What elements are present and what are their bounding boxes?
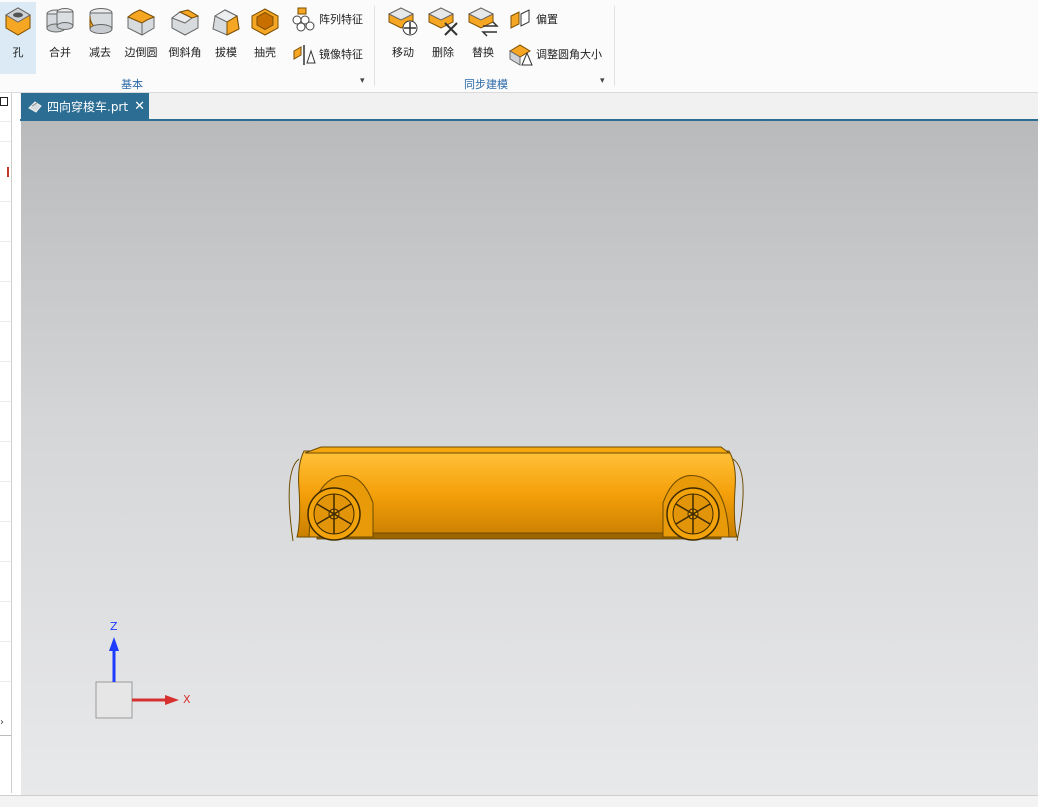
list-divider xyxy=(0,241,11,242)
edge-blend-icon xyxy=(127,9,156,36)
maximize-icon[interactable] xyxy=(0,97,8,106)
list-divider xyxy=(0,281,11,282)
subtract-icon xyxy=(89,8,113,34)
status-bar xyxy=(0,795,1038,807)
view-triad[interactable] xyxy=(95,637,179,719)
sync-modeling-group-label: 同步建模 xyxy=(464,78,508,91)
edge-blend-button[interactable]: 边倒圆 xyxy=(122,2,160,74)
group-separator xyxy=(614,6,615,86)
document-tab-bar: 四向穿梭车.prt ✕ xyxy=(20,93,1038,121)
offset-face-button[interactable]: 偏置 xyxy=(508,6,558,32)
list-divider xyxy=(0,521,11,522)
close-icon[interactable]: ✕ xyxy=(134,99,145,114)
draft-icon xyxy=(212,9,240,36)
x-axis-label: X xyxy=(183,693,191,706)
offset-face-icon xyxy=(510,9,530,29)
list-divider xyxy=(0,361,11,362)
shell-button[interactable]: 抽壳 xyxy=(246,2,284,74)
list-divider xyxy=(0,601,11,602)
list-divider xyxy=(0,441,11,442)
list-divider xyxy=(0,561,11,562)
draft-button[interactable]: 拔模 xyxy=(208,2,244,74)
unite-button[interactable]: 合并 xyxy=(42,2,78,74)
part-file-icon xyxy=(28,101,42,113)
hole-icon xyxy=(5,7,31,36)
part-navigator-panel[interactable]: › xyxy=(0,93,12,793)
list-divider xyxy=(0,141,11,142)
group-separator xyxy=(374,6,375,86)
move-face-label: 移动 xyxy=(392,46,414,59)
delete-face-icon xyxy=(427,7,458,36)
horizontal-scrollbar[interactable] xyxy=(0,735,11,736)
pattern-feature-button[interactable]: 阵列特征 xyxy=(291,6,363,32)
model-canvas xyxy=(95,446,744,719)
triad-origin-cube xyxy=(95,681,133,719)
offset-face-label: 偏置 xyxy=(536,13,558,26)
mirror-feature-icon xyxy=(293,45,316,65)
list-divider xyxy=(0,481,11,482)
list-divider xyxy=(0,681,11,682)
delete-face-button[interactable]: 删除 xyxy=(424,2,462,74)
list-divider xyxy=(0,321,11,322)
right-wheel xyxy=(666,487,720,541)
list-divider xyxy=(0,641,11,642)
list-divider xyxy=(0,401,11,402)
resize-blend-button[interactable]: 调整圆角大小 xyxy=(508,41,602,67)
replace-face-button[interactable]: 替换 xyxy=(464,2,502,74)
draft-label: 拔模 xyxy=(215,46,237,59)
graphics-viewport[interactable]: Z X xyxy=(21,121,1038,795)
resize-blend-icon xyxy=(509,44,533,66)
scroll-right-icon[interactable]: › xyxy=(0,717,4,728)
basic-group-label: 基本 xyxy=(121,78,143,91)
mirror-feature-button[interactable]: 镜像特征 xyxy=(291,41,363,67)
unite-label: 合并 xyxy=(49,46,71,59)
replace-face-label: 替换 xyxy=(472,46,494,59)
resize-blend-label: 调整圆角大小 xyxy=(536,48,602,61)
z-axis-label: Z xyxy=(110,620,118,633)
x-axis-arrow xyxy=(165,695,179,705)
z-axis-arrow xyxy=(109,637,119,651)
pattern-feature-label: 阵列特征 xyxy=(319,13,363,26)
subtract-button[interactable]: 减去 xyxy=(82,2,118,74)
list-divider xyxy=(0,121,11,122)
shell-label: 抽壳 xyxy=(254,46,276,59)
hole-button[interactable]: 孔 xyxy=(0,2,36,74)
move-face-icon xyxy=(387,7,418,36)
sync-group-expand-icon[interactable]: ▾ xyxy=(600,76,605,86)
unite-icon xyxy=(46,8,74,33)
chamfer-label: 倒斜角 xyxy=(168,46,202,59)
left-wheel xyxy=(307,487,361,541)
pattern-feature-icon xyxy=(292,7,315,32)
subtract-label: 减去 xyxy=(89,46,111,59)
basic-group-expand-icon[interactable]: ▾ xyxy=(360,76,365,86)
chamfer-icon xyxy=(170,9,200,36)
edge-blend-label: 边倒圆 xyxy=(124,46,158,59)
mirror-feature-label: 镜像特征 xyxy=(319,48,363,61)
hole-label: 孔 xyxy=(12,46,24,59)
ribbon-toolbar: 孔 合并 减去 边倒圆 倒斜角 拔模 抽壳 阵列特征 镜像特征 基本 ▾ 移动 … xyxy=(0,0,1038,93)
row-marker xyxy=(7,167,9,177)
delete-face-label: 删除 xyxy=(432,46,454,59)
shell-icon xyxy=(251,8,279,36)
tab-part-file[interactable]: 四向穿梭车.prt ✕ xyxy=(21,93,149,119)
list-divider xyxy=(0,201,11,202)
move-face-button[interactable]: 移动 xyxy=(384,2,422,74)
replace-face-icon xyxy=(467,7,499,37)
chamfer-button[interactable]: 倒斜角 xyxy=(166,2,204,74)
shuttle-car-model[interactable] xyxy=(288,446,744,542)
tab-title: 四向穿梭车.prt xyxy=(47,99,129,114)
